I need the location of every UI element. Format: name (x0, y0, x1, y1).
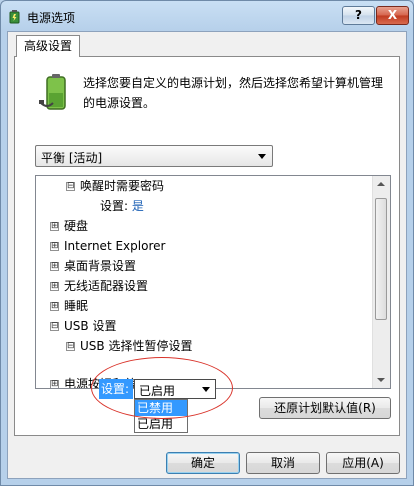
advanced-settings-panel: 选择您要自定义的电源计划，然后选择您希望计算机管理的电源设置。 平衡 [活动] … (14, 56, 400, 436)
restore-defaults-button[interactable]: 还原计划默认值(R) (259, 397, 391, 419)
expand-icon[interactable]: ⊞ (50, 242, 59, 251)
tree-item-label: Internet Explorer (64, 239, 166, 253)
tree-item-label: 唤醒时需要密码 (80, 179, 165, 193)
scroll-down-arrow-icon[interactable] (373, 371, 389, 388)
tree-scrollbar[interactable] (372, 176, 390, 388)
power-options-window: 电源选项 ? X 高级设置 选择您要自定义的电源计划，然后选择您希望计算机管理的… (0, 0, 414, 486)
setting-value[interactable]: 是 (132, 199, 144, 213)
cancel-button[interactable]: 取消 (246, 452, 320, 474)
scrollbar-thumb[interactable] (375, 198, 387, 320)
settings-tree[interactable]: ⊟ 唤醒时需要密码 设置: 是 ⊞ 硬盘 ⊞ Internet Explorer… (35, 175, 391, 389)
tree-item-label: 硬盘 (64, 219, 89, 233)
title-bar[interactable]: 电源选项 ? X (1, 1, 413, 31)
tree-item-label: 无线适配器设置 (64, 279, 149, 293)
close-button[interactable]: X (376, 6, 409, 25)
expand-icon[interactable]: ⊞ (50, 302, 59, 311)
ok-button[interactable]: 确定 (166, 452, 240, 474)
power-plan-select[interactable]: 平衡 [活动] (35, 145, 273, 167)
tree-item-label: USB 选择性暂停设置 (80, 339, 193, 353)
tab-advanced-settings[interactable]: 高级设置 (16, 35, 80, 57)
power-options-icon (9, 10, 20, 24)
expand-icon[interactable]: ⊞ (50, 222, 59, 231)
tree-item-label: 设置: (100, 199, 129, 213)
battery-plug-icon (39, 74, 66, 110)
collapse-icon[interactable]: ⊟ (50, 322, 59, 331)
scroll-up-arrow-icon[interactable] (373, 176, 389, 193)
collapse-icon[interactable]: ⊟ (66, 182, 75, 191)
tree-item-label: 睡眠 (64, 299, 89, 313)
expand-icon[interactable]: ⊞ (50, 380, 59, 388)
collapse-icon[interactable]: ⊟ (66, 342, 75, 351)
tree-item-label: USB 设置 (64, 319, 117, 333)
intro-text: 选择您要自定义的电源计划，然后选择您希望计算机管理的电源设置。 (83, 76, 384, 110)
window-title: 电源选项 (27, 11, 76, 25)
apply-button[interactable]: 应用(A) (326, 452, 400, 474)
expand-icon[interactable]: ⊞ (50, 282, 59, 291)
tree-item-label: 桌面背景设置 (64, 259, 137, 273)
annotation-circle (91, 357, 233, 419)
help-button[interactable]: ? (342, 6, 375, 25)
chevron-down-icon (258, 154, 266, 159)
power-plan-value: 平衡 [活动] (41, 151, 103, 165)
dialog-client-area: 高级设置 选择您要自定义的电源计划，然后选择您希望计算机管理的电源设置。 平衡 … (7, 31, 407, 479)
tree-item-setting[interactable]: 设置: 是 (100, 196, 144, 216)
expand-icon[interactable]: ⊞ (50, 262, 59, 271)
